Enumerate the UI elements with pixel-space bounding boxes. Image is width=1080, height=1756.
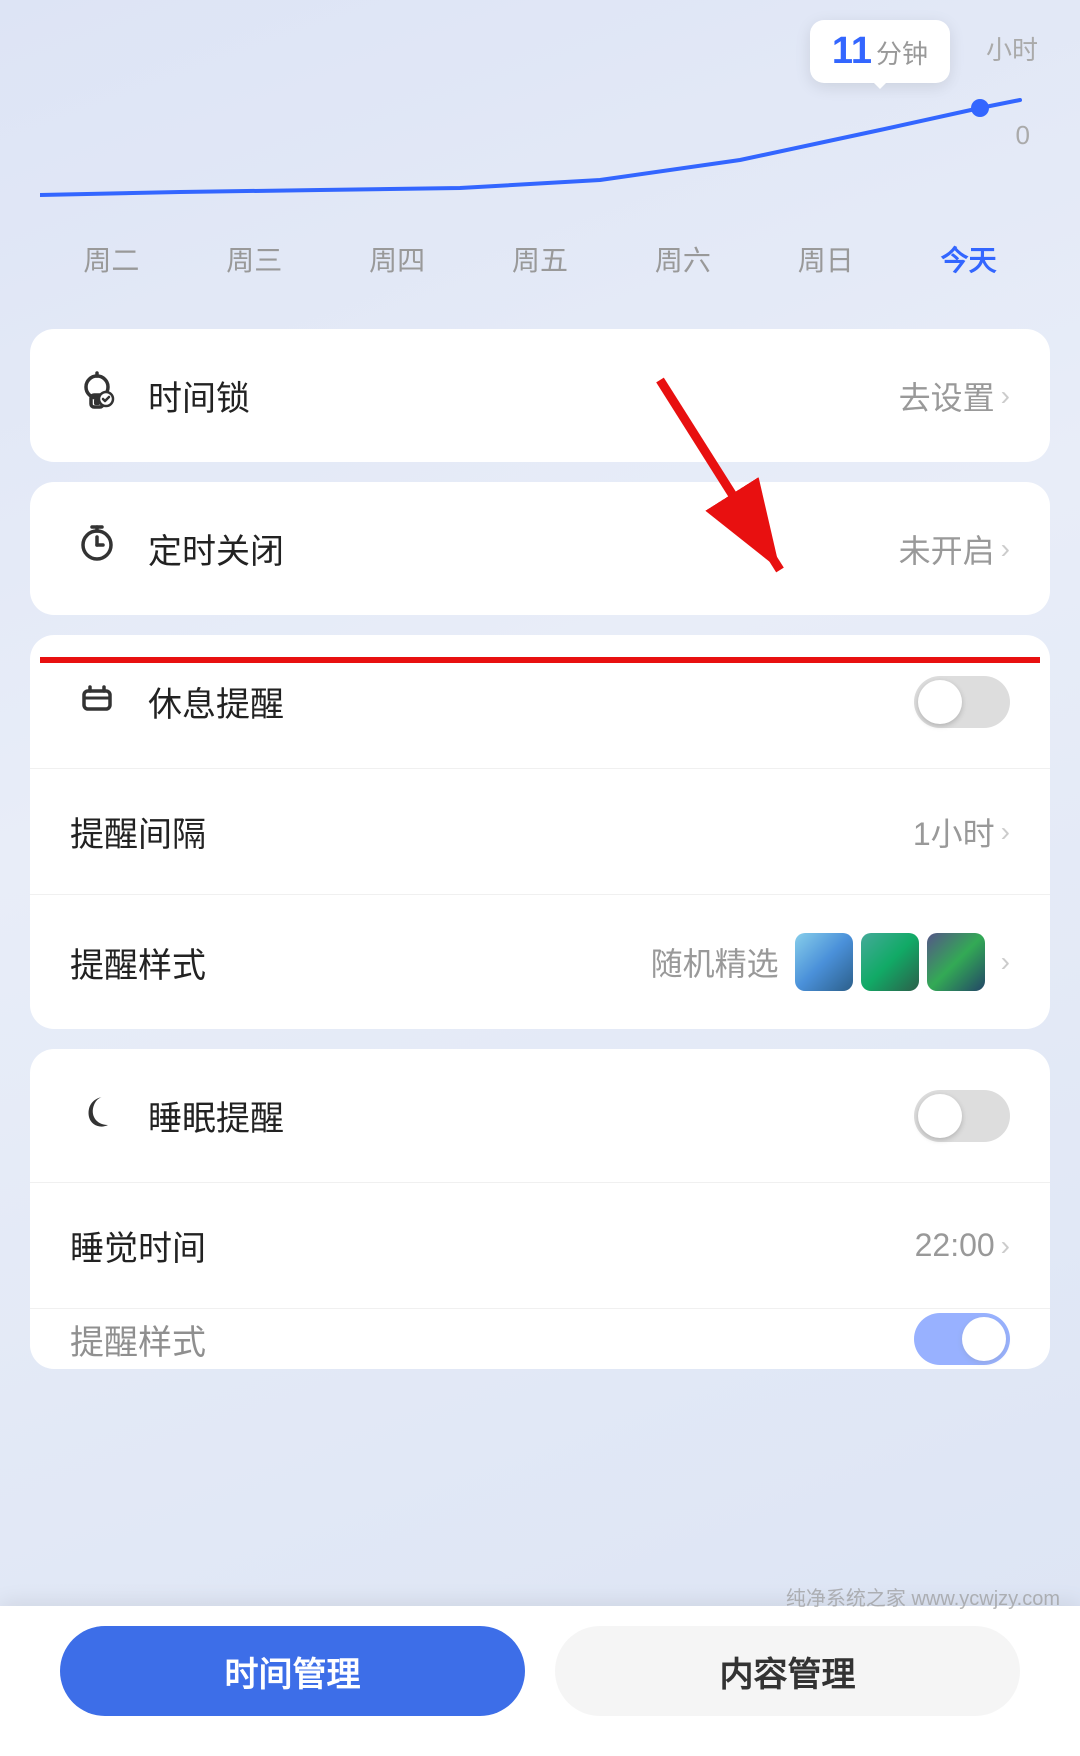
time-lock-row[interactable]: 时间锁 去设置 › [30, 329, 1050, 462]
timer-close-value[interactable]: 未开启 › [899, 526, 1010, 572]
reminder-style2-title: 提醒样式 [70, 1315, 914, 1364]
time-lock-title: 时间锁 [148, 371, 899, 420]
watermark: 纯净系统之家 www.ycwjzy.com [786, 1582, 1060, 1611]
reminder-thumbnails [795, 933, 985, 991]
sleep-reminder-row[interactable]: 睡眠提醒 [30, 1049, 1050, 1183]
day-label-fri: 周六 [611, 239, 754, 279]
sleep-time-row[interactable]: 睡觉时间 22:00 › [30, 1183, 1050, 1309]
timer-close-card: 定时关闭 未开启 › [30, 482, 1050, 615]
thumb-2 [861, 933, 919, 991]
sleep-reminder-card: 睡眠提醒 睡觉时间 22:00 › 提醒样式 [30, 1049, 1050, 1369]
bottom-nav: 时间管理 内容管理 [0, 1606, 1080, 1756]
time-management-btn[interactable]: 时间管理 [60, 1626, 525, 1716]
timer-close-row[interactable]: 定时关闭 未开启 › [30, 482, 1050, 615]
rest-reminder-card: 休息提醒 提醒间隔 1小时 › 提醒样式 随机精选 › [30, 635, 1050, 1029]
sleep-reminder-icon [70, 1087, 124, 1144]
day-label-thu: 周五 [469, 239, 612, 279]
tooltip-bubble: 11 分钟 [810, 20, 950, 83]
sleep-reminder-toggle[interactable] [914, 1090, 1010, 1142]
time-lock-icon [70, 367, 124, 424]
content-management-btn[interactable]: 内容管理 [555, 1626, 1020, 1716]
reminder-interval-chevron: › [1001, 816, 1010, 848]
day-label-wed: 周四 [326, 239, 469, 279]
timer-close-chevron: › [1001, 533, 1010, 565]
tooltip-minutes: 11 [832, 30, 872, 73]
rest-reminder-title: 休息提醒 [148, 677, 914, 726]
reminder-style2-toggle[interactable] [914, 1313, 1010, 1365]
rest-reminder-icon [70, 673, 124, 730]
reminder-style-title: 提醒样式 [70, 938, 651, 987]
chart-svg: 0 [40, 90, 1040, 215]
sleep-time-value[interactable]: 22:00 › [915, 1227, 1010, 1264]
timer-close-icon [70, 520, 124, 577]
chart-area: 11 分钟 小时 0 [0, 0, 1080, 225]
reminder-style-row[interactable]: 提醒样式 随机精选 › [30, 895, 1050, 1029]
time-lock-chevron: › [1001, 380, 1010, 412]
reminder-style2-row[interactable]: 提醒样式 [30, 1309, 1050, 1369]
day-labels: 周二 周三 周四 周五 周六 周日 今天 [0, 225, 1080, 309]
sleep-time-title: 睡觉时间 [70, 1221, 915, 1270]
day-label-tue: 周三 [183, 239, 326, 279]
tooltip-unit-minutes: 分钟 [876, 34, 928, 71]
reminder-interval-value[interactable]: 1小时 › [913, 809, 1010, 855]
sleep-time-chevron: › [1001, 1230, 1010, 1262]
thumb-3 [927, 933, 985, 991]
day-label-today: 今天 [897, 239, 1040, 279]
reminder-interval-title: 提醒间隔 [70, 807, 913, 856]
time-lock-value[interactable]: 去设置 › [899, 373, 1010, 419]
timer-close-title: 定时关闭 [148, 524, 899, 573]
day-label-mon: 周二 [40, 239, 183, 279]
hour-label: 小时 [986, 30, 1038, 67]
reminder-style-value[interactable]: 随机精选 › [651, 933, 1010, 991]
time-lock-card: 时间锁 去设置 › [30, 329, 1050, 462]
rest-reminder-row[interactable]: 休息提醒 [30, 635, 1050, 769]
sleep-reminder-title: 睡眠提醒 [148, 1091, 914, 1140]
reminder-style-chevron: › [1001, 946, 1010, 978]
day-label-sat: 周日 [754, 239, 897, 279]
zero-label: 0 [1016, 120, 1030, 151]
rest-reminder-toggle[interactable] [914, 676, 1010, 728]
reminder-interval-row[interactable]: 提醒间隔 1小时 › [30, 769, 1050, 895]
thumb-1 [795, 933, 853, 991]
